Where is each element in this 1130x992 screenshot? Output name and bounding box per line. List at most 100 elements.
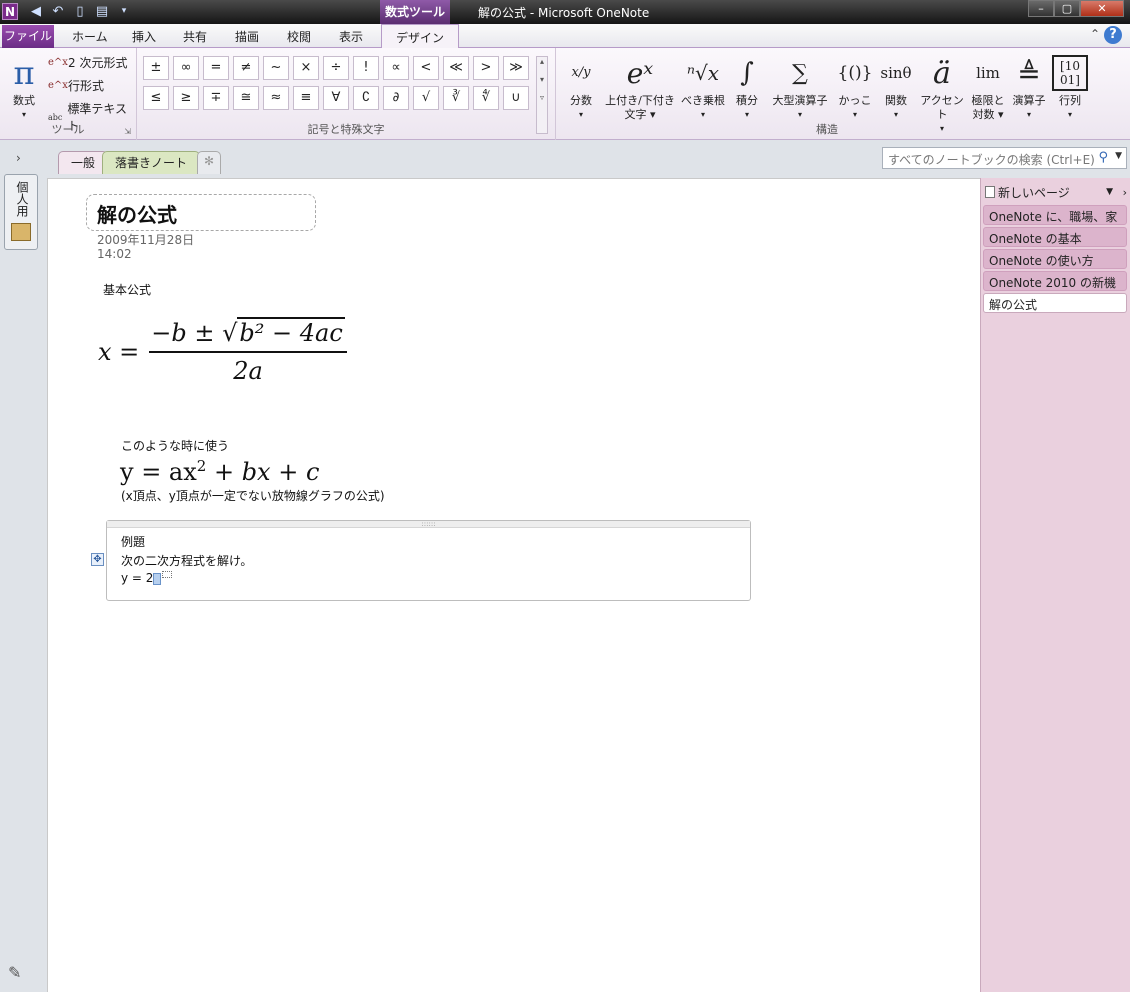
symbol-button[interactable]: =	[203, 56, 229, 80]
symbol-button[interactable]: ∂	[383, 86, 409, 110]
superscript-placeholder[interactable]	[162, 571, 173, 578]
page-title[interactable]: 解の公式	[86, 194, 316, 231]
limit-log-button[interactable]: lim 極限と 対数 ▾	[968, 52, 1008, 122]
symbol-button[interactable]: ∓	[203, 86, 229, 110]
notebook-pane: 個人用 ✎	[0, 174, 45, 992]
pi-icon: π	[13, 54, 35, 92]
page-list-item[interactable]: OneNote 2010 の新機	[983, 271, 1127, 291]
new-page-button[interactable]: 新しいページ ▼ ›	[985, 182, 1129, 202]
customize-quick-access-icon[interactable]: ▾	[115, 3, 133, 20]
symbol-button[interactable]: ∞	[173, 56, 199, 80]
tab-draw[interactable]: 描画	[235, 28, 259, 45]
symbol-button[interactable]: ∝	[383, 56, 409, 80]
symbol-button[interactable]: ≫	[503, 56, 529, 80]
page-list-item[interactable]: OneNote の使い方	[983, 249, 1127, 269]
symbol-button[interactable]: ≥	[173, 86, 199, 110]
symbol-button[interactable]: ≠	[233, 56, 259, 80]
symbol-button[interactable]: ×	[293, 56, 319, 80]
section-tab-scribble[interactable]: 落書きノート	[102, 151, 201, 174]
tab-home[interactable]: ホーム	[72, 28, 108, 45]
search-icon[interactable]: ⚲	[1098, 150, 1108, 165]
tab-review[interactable]: 校閲	[287, 28, 311, 45]
tab-insert[interactable]: 挿入	[132, 28, 156, 45]
accent-button[interactable]: ä アクセント ▾	[916, 52, 968, 136]
tab-design[interactable]: デザイン	[381, 24, 460, 49]
script-icon: eˣ	[626, 56, 654, 90]
onenote-logo-icon[interactable]: N	[2, 3, 18, 20]
symbol-button[interactable]: ≈	[263, 86, 289, 110]
page-list-item[interactable]: OneNote の基本	[983, 227, 1127, 247]
back-icon[interactable]: ◀	[27, 3, 45, 20]
collapse-page-list-icon[interactable]: ›	[1123, 186, 1127, 199]
parabola-equation[interactable]: y = ax2 + bx + c	[120, 457, 319, 486]
script-button[interactable]: eˣ 上付き/下付き 文字 ▾	[602, 52, 678, 122]
new-section-icon[interactable]: ✻	[197, 151, 222, 174]
symbol-button[interactable]: ≪	[443, 56, 469, 80]
symbol-button[interactable]: √	[413, 86, 439, 110]
minimize-button[interactable]: –	[1028, 0, 1054, 17]
search-input[interactable]: すべてのノートブックの検索 (Ctrl+E) ⚲ ▼	[882, 147, 1127, 169]
quadratic-formula[interactable]: x = −b ± √b² − 4ac 2a	[98, 317, 347, 385]
professional-format-icon: e^x	[48, 57, 68, 68]
container-grip[interactable]: ::::::	[107, 521, 750, 528]
page-view-icon[interactable]: ▤	[93, 3, 111, 20]
minimize-ribbon-icon[interactable]: ⌃	[1090, 27, 1100, 41]
example-title[interactable]: 例題	[121, 533, 145, 550]
dock-icon[interactable]: ▯	[71, 3, 89, 20]
equation-button[interactable]: π 数式 ▾	[6, 52, 42, 122]
usage-note[interactable]: (x頂点、y頂点が一定でない放物線グラフの公式)	[121, 487, 385, 504]
dialog-launcher-icon[interactable]: ⇲	[124, 127, 131, 136]
symbol-button[interactable]: ∀	[323, 86, 349, 110]
tab-share[interactable]: 共有	[183, 28, 207, 45]
integral-icon: ∫	[740, 58, 754, 88]
bracket-button[interactable]: {()} かっこ ▾	[836, 52, 874, 122]
symbol-button[interactable]: !	[353, 56, 379, 80]
radical-button[interactable]: ⁿ√x べき乗根 ▾	[680, 52, 726, 122]
symbol-button[interactable]: ±	[143, 56, 169, 80]
equation-placeholder[interactable]	[153, 572, 162, 585]
example-line-1[interactable]: 次の二次方程式を解け。	[121, 552, 252, 569]
fraction-button[interactable]: x/y 分数 ▾	[566, 52, 596, 122]
symbol-button[interactable]: ÷	[323, 56, 349, 80]
symbol-button[interactable]: >	[473, 56, 499, 80]
symbol-button[interactable]: ≡	[293, 86, 319, 110]
operator-button[interactable]: ≜ 演算子 ▾	[1008, 52, 1050, 122]
undo-icon[interactable]: ↶	[49, 3, 67, 20]
linear-format-button[interactable]: e^x 行形式	[48, 77, 104, 94]
matrix-button[interactable]: [10 01] 行列 ▾	[1052, 52, 1088, 122]
page-canvas[interactable]: 解の公式 2009年11月28日 14:02 基本公式 x = −b ± √b²…	[47, 178, 980, 992]
paragraph-move-handle-icon[interactable]: ✥	[91, 553, 104, 566]
formula-heading[interactable]: 基本公式	[103, 281, 151, 298]
tab-view[interactable]: 表示	[339, 28, 363, 45]
symbol-button[interactable]: ∁	[353, 86, 379, 110]
symbol-button[interactable]: ∛	[443, 86, 469, 110]
symbol-button[interactable]: ≤	[143, 86, 169, 110]
professional-format-button[interactable]: e^x 2 次元形式	[48, 54, 127, 71]
expand-navigation-icon[interactable]: ›	[16, 151, 21, 165]
usage-label[interactable]: このような時に使う	[121, 437, 229, 454]
integral-button[interactable]: ∫ 積分 ▾	[730, 52, 764, 122]
new-page-dropdown-icon[interactable]: ▼	[1106, 187, 1113, 197]
symbol-button[interactable]: ≅	[233, 86, 259, 110]
symbol-button[interactable]: ∜	[473, 86, 499, 110]
page-list-item[interactable]: OneNote に、職場、家	[983, 205, 1127, 225]
symbol-gallery-scroll[interactable]: ▴ ▾ ▿	[536, 56, 548, 134]
symbol-button[interactable]: <	[413, 56, 439, 80]
maximize-button[interactable]: ▢	[1054, 0, 1080, 17]
symbol-button[interactable]: ∪	[503, 86, 529, 110]
unfiled-notes-icon[interactable]: ✎	[8, 963, 21, 982]
large-operator-button[interactable]: ∑ 大型演算子 ▾	[768, 52, 832, 122]
close-button[interactable]: ✕	[1080, 0, 1124, 17]
notebook-personal[interactable]: 個人用	[4, 174, 38, 250]
operator-icon: ≜	[1017, 56, 1041, 90]
example-equation-input[interactable]: y = 2	[121, 571, 173, 585]
help-icon[interactable]: ?	[1104, 26, 1122, 44]
example-note-container[interactable]: :::::: 例題 次の二次方程式を解け。 y = 2	[106, 520, 751, 601]
search-scope-dropdown-icon[interactable]: ▼	[1115, 151, 1122, 161]
section-tab-general[interactable]: 一般	[58, 151, 109, 174]
function-button[interactable]: sinθ 関数 ▾	[878, 52, 914, 122]
tab-file[interactable]: ファイル	[2, 25, 54, 48]
context-tab-group-equation-tools: 数式ツール	[380, 0, 450, 24]
symbol-button[interactable]: ~	[263, 56, 289, 80]
page-list-item-active[interactable]: 解の公式	[983, 293, 1127, 313]
